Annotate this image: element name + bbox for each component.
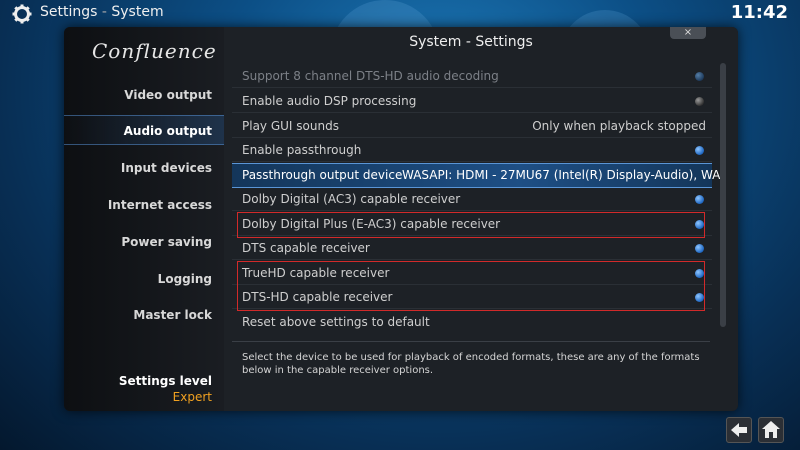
setting-value: Only when playback stopped	[532, 119, 706, 133]
sidebar-item-input-devices[interactable]: Input devices	[72, 161, 212, 175]
setting-label: Support 8 channel DTS-HD audio decoding	[242, 69, 499, 83]
radio-on-icon	[695, 195, 704, 204]
setting-row-ac3[interactable]: Dolby Digital (AC3) capable receiver	[232, 188, 712, 211]
radio-on-icon	[695, 146, 704, 155]
highlight-box-eac3	[237, 212, 705, 238]
sidebar-item-internet-access[interactable]: Internet access	[72, 198, 212, 212]
setting-label: Enable passthrough	[242, 143, 362, 157]
home-button[interactable]	[758, 417, 784, 443]
setting-row-gui-sounds[interactable]: Play GUI sounds Only when playback stopp…	[232, 115, 712, 138]
sidebar: Confluence Video output Audio output Inp…	[64, 27, 224, 411]
breadcrumb-section: Settings	[40, 4, 98, 20]
setting-label: Dolby Digital (AC3) capable receiver	[242, 192, 461, 206]
setting-label: Enable audio DSP processing	[242, 94, 417, 108]
setting-row-dts[interactable]: DTS capable receiver	[232, 237, 712, 260]
setting-label: Passthrough output device	[242, 168, 403, 182]
sidebar-item-power-saving[interactable]: Power saving	[72, 235, 212, 249]
radio-on-icon	[695, 72, 704, 81]
home-icon	[762, 421, 780, 438]
setting-value: WASAPI: HDMI - 27MU67 (Intel(R) Display-…	[402, 168, 721, 182]
breadcrumb-separator: -	[97, 4, 112, 20]
page-title: System - Settings	[409, 34, 533, 50]
setting-row-reset[interactable]: Reset above settings to default	[232, 311, 712, 334]
sidebar-item-video-output[interactable]: Video output	[72, 88, 212, 102]
clock: 11:42	[730, 2, 788, 23]
setting-row-dts-hd-decoding[interactable]: Support 8 channel DTS-HD audio decoding	[232, 65, 712, 88]
close-button[interactable]: ×	[670, 27, 706, 39]
breadcrumb-subsection: System	[111, 4, 164, 20]
settings-content: System - Settings × Support 8 channel DT…	[224, 27, 738, 411]
back-arrow-icon	[731, 423, 747, 437]
scrollbar[interactable]	[720, 63, 726, 327]
breadcrumb: Settings - System	[40, 4, 164, 20]
setting-row-audio-dsp[interactable]: Enable audio DSP processing	[232, 90, 712, 113]
settings-level-label[interactable]: Settings level	[119, 374, 212, 388]
radio-off-icon	[695, 97, 704, 106]
back-button[interactable]	[726, 417, 752, 443]
scrollbar-thumb[interactable]	[720, 63, 726, 327]
settings-window: Confluence Video output Audio output Inp…	[64, 27, 738, 411]
setting-label: Play GUI sounds	[242, 119, 339, 133]
description-divider	[232, 341, 710, 342]
top-bar: Settings - System 11:42	[0, 0, 800, 28]
gear-icon	[12, 4, 32, 24]
setting-row-passthrough-device[interactable]: Passthrough output device WASAPI: HDMI -…	[232, 163, 720, 188]
settings-level-value[interactable]: Expert	[173, 390, 212, 404]
sidebar-item-master-lock[interactable]: Master lock	[72, 308, 212, 322]
setting-label: DTS capable receiver	[242, 241, 370, 255]
setting-description: Select the device to be used for playbac…	[242, 352, 700, 376]
setting-row-passthrough[interactable]: Enable passthrough	[232, 139, 712, 162]
sidebar-item-logging[interactable]: Logging	[72, 272, 212, 286]
highlight-box-truehd-dtshd	[237, 261, 705, 311]
sidebar-item-audio-output[interactable]: Audio output	[72, 124, 212, 138]
radio-on-icon	[695, 244, 704, 253]
app-logo: Confluence	[92, 39, 217, 63]
setting-label: Reset above settings to default	[242, 315, 430, 329]
